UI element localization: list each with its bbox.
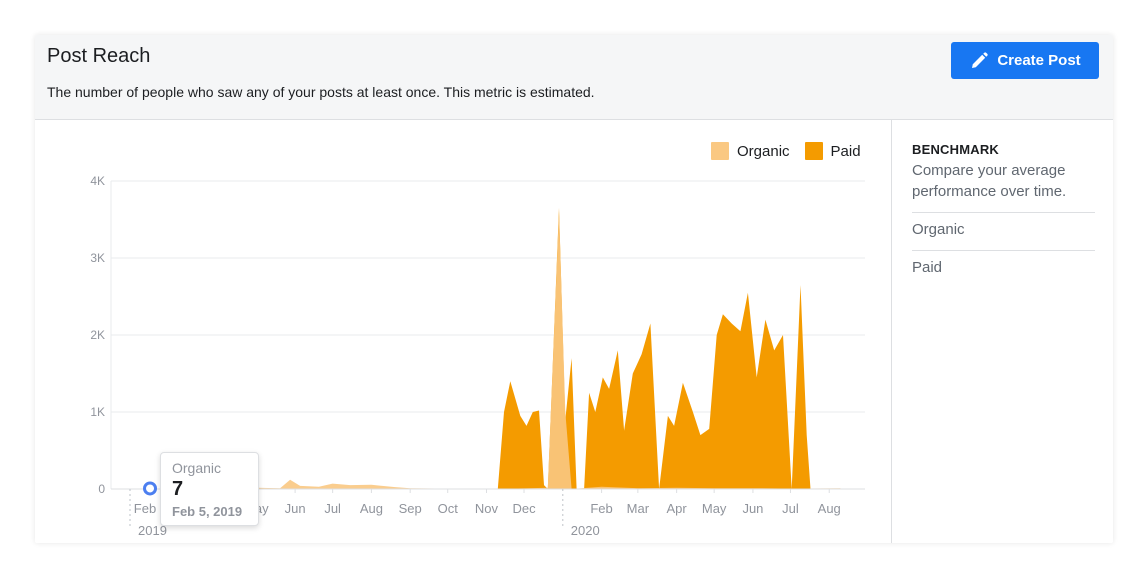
benchmark-panel: BENCHMARK Compare your average performan… <box>891 120 1113 543</box>
x-tick-label: Sep <box>399 501 422 516</box>
y-tick-label: 2K <box>90 328 105 342</box>
legend-item-paid[interactable]: Paid <box>804 142 861 160</box>
x-tick-label: Jun <box>742 501 763 516</box>
series-area-paid <box>150 207 811 489</box>
legend-swatch-paid <box>804 142 823 160</box>
x-tick-label: Aug <box>360 501 383 516</box>
chart-legend: Organic Paid <box>711 142 861 160</box>
legend-swatch-organic <box>711 142 729 160</box>
x-tick-label: Nov <box>475 501 499 516</box>
benchmark-title: BENCHMARK <box>912 142 1000 157</box>
x-tick-label: Feb <box>134 501 156 516</box>
tooltip-date: Feb 5, 2019 <box>172 504 243 519</box>
x-tick-label: Oct <box>438 501 459 516</box>
tooltip-series: Organic <box>172 460 222 476</box>
card-header: Post Reach The number of people who saw … <box>35 35 1113 120</box>
create-post-button[interactable]: Create Post <box>951 42 1099 79</box>
x-tick-label: May <box>702 501 727 516</box>
x-tick-label: Jul <box>324 501 341 516</box>
legend-item-organic[interactable]: Organic <box>711 142 790 160</box>
page-title: Post Reach <box>47 45 151 67</box>
x-tick-label: Jul <box>782 501 799 516</box>
y-tick-label: 3K <box>90 251 105 265</box>
legend-label-organic: Organic <box>737 142 790 160</box>
tooltip-value: 7 <box>172 478 184 500</box>
highlight-point <box>143 481 158 496</box>
x-year-label: 2020 <box>571 523 600 538</box>
pencil-icon <box>969 51 989 71</box>
benchmark-option-paid[interactable]: Paid <box>912 250 1095 276</box>
x-tick-label: Mar <box>627 501 650 516</box>
x-tick-label: Dec <box>512 501 536 516</box>
y-tick-label: 1K <box>90 405 105 419</box>
chart-tooltip: Organic 7 Feb 5, 2019 <box>160 452 259 526</box>
legend-label-paid: Paid <box>830 142 861 160</box>
x-tick-label: Apr <box>667 501 688 516</box>
benchmark-description: Compare your average performance over ti… <box>912 162 1067 200</box>
create-post-label: Create Post <box>997 52 1081 69</box>
y-tick-label: 4K <box>90 174 105 188</box>
y-tick-label: 0 <box>98 482 105 496</box>
x-tick-label: Feb <box>590 501 612 516</box>
x-tick-label: Jun <box>285 501 306 516</box>
page-subtitle: The number of people who saw any of your… <box>47 84 595 100</box>
benchmark-option-organic[interactable]: Organic <box>912 212 1095 238</box>
x-tick-label: Aug <box>818 501 841 516</box>
